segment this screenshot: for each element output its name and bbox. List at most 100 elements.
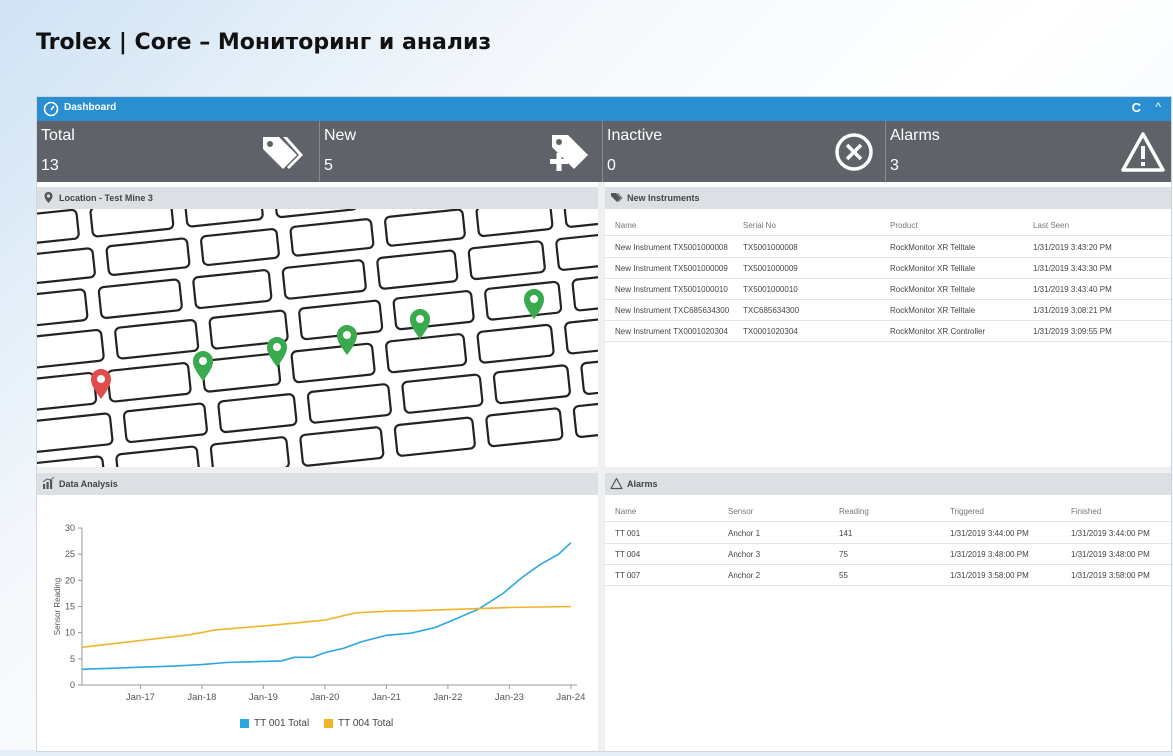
dashboard-window: Dashboard C ^ Total 13 New 5 Inactive 0 … [36,96,1172,752]
column-header[interactable]: Triggered [950,507,984,516]
map-marker-icon[interactable] [91,369,111,399]
tunnel-block [290,342,376,384]
tunnel-block [106,362,192,403]
last-seen: 1/31/2019 3:43:30 PM [1033,264,1112,273]
data-analysis-header: Data Analysis [37,473,598,495]
column-header[interactable]: Name [615,221,636,230]
table-row[interactable]: New Instrument TX5001000009 TX5001000009… [605,257,1171,279]
tunnel-block [201,352,282,393]
tunnel-block [114,319,200,360]
series-line-1[interactable] [81,542,572,671]
tunnel-block [384,209,466,247]
alarms-table: Name Sensor Reading Triggered Finished T… [605,497,1171,597]
map-marker-icon[interactable] [193,351,213,381]
map-marker-icon[interactable] [410,309,430,339]
column-header[interactable]: Finished [1071,507,1101,516]
tunnel-block [37,412,114,454]
table-row[interactable]: New Instrument TXC685634300 TXC685634300… [605,299,1171,321]
tunnel-block [484,280,563,321]
serial-no: TX5001000010 [743,285,798,294]
tag-plus-icon [550,135,588,171]
series-line-2[interactable] [81,605,571,649]
y-tick-label: 15 [65,602,75,612]
table-header: Name Sensor Reading Triggered Finished [605,497,1171,519]
legend-swatch [240,718,249,728]
table-row[interactable]: New Instrument TX5001000010 TX5001000010… [605,278,1171,300]
tunnel-block [200,228,280,267]
tunnel-block [37,209,80,248]
x-tick-label: Jan-17 [126,692,155,703]
map-pin-icon [44,192,53,203]
tunnel-block [37,455,106,467]
table-row[interactable]: New Instrument TX0001020304 TX0001020304… [605,320,1171,342]
panel-gutter [37,467,1171,473]
table-row[interactable]: New Instrument TX5001000008 TX5001000008… [605,235,1171,258]
last-seen: 1/31/2019 3:43:40 PM [1033,285,1112,294]
alarm-name: TT 001 [615,529,641,538]
alarm-sensor: Anchor 3 [728,550,761,559]
y-tick-label: 10 [65,628,75,638]
legend-item-tt001[interactable]: TT 001 Total [240,718,309,729]
stat-total[interactable]: Total 13 [37,121,320,182]
tunnel-block [89,209,175,238]
column-header[interactable]: Reading [839,507,869,516]
x-tick-label: Jan-20 [310,692,339,703]
tunnel-grid [37,209,598,467]
tunnel-block [37,328,105,370]
slide-title: Trolex | Core – Мониторинг и анализ [36,30,492,55]
alarm-triggered: 1/31/2019 3:44:00 PM [950,529,1029,538]
product: RockMonitor XR Telltale [890,306,976,315]
location-title: Location - Test Mine 3 [59,193,153,203]
collapse-icon[interactable]: ^ [1155,100,1161,114]
tunnel-block [273,209,359,219]
alarm-triggered: 1/31/2019 3:58:00 PM [950,571,1029,580]
tunnel-block [281,259,367,300]
new-instruments-header: New Instruments [605,187,1171,209]
alarm-finished: 1/31/2019 3:44:00 PM [1071,529,1150,538]
legend-item-tt004[interactable]: TT 004 Total [324,718,393,729]
map-marker-icon[interactable] [337,325,357,355]
column-header[interactable]: Product [890,221,918,230]
table-row[interactable]: TT 001 Anchor 1 141 1/31/2019 3:44:00 PM… [605,521,1171,544]
stat-label: Inactive [607,127,663,144]
map-marker-icon[interactable] [267,337,287,367]
y-tick-label: 20 [65,575,75,585]
serial-no: TXC685634300 [743,306,800,315]
x-tick-label: Jan-24 [556,692,585,703]
stat-alarms[interactable]: Alarms 3 [886,121,1171,182]
table-row[interactable]: TT 004 Anchor 3 75 1/31/2019 3:48:00 PM … [605,543,1171,565]
stat-value: 0 [607,157,616,174]
tunnel-block [492,364,571,405]
alarm-sensor: Anchor 2 [728,571,761,580]
tunnel-block [571,272,598,312]
tunnel-block [467,240,546,281]
refresh-icon[interactable]: C [1132,100,1141,115]
instrument-name: New Instrument TX5001000009 [615,264,728,273]
tunnel-block [289,218,375,257]
mine-map[interactable] [37,209,598,467]
stat-new[interactable]: New 5 [320,121,603,182]
tags-icon [263,137,303,169]
y-tick-label: 30 [65,523,75,533]
table-row[interactable]: TT 007 Anchor 2 55 1/31/2019 3:58:00 PM … [605,564,1171,586]
tunnel-block [401,373,484,414]
column-header[interactable]: Last Seen [1033,221,1069,230]
stat-inactive[interactable]: Inactive 0 [603,121,886,182]
chart-canvas: 0 5 10 15 20 25 30 Jan-17 Jan-18 Jan-19 Jan-20 Jan-… [53,523,585,703]
tunnel-block [306,383,392,424]
column-header[interactable]: Name [615,507,636,516]
location-panel-header: Location - Test Mine 3 [37,187,598,209]
alarm-reading: 55 [839,571,848,580]
column-header[interactable]: Sensor [728,507,753,516]
warning-icon [610,477,623,490]
product: RockMonitor XR Telltale [890,243,976,252]
tunnel-block [392,290,475,331]
stat-value: 5 [324,157,333,174]
legend-label: TT 001 Total [254,718,310,729]
stats-bar: Total 13 New 5 Inactive 0 Alarms 3 [37,121,1171,182]
gauge-icon [43,101,59,117]
new-instruments-table: Name Serial No Product Last Seen New Ins… [605,211,1171,351]
last-seen: 1/31/2019 3:09:55 PM [1033,327,1112,336]
tunnel-block [393,416,476,457]
column-header[interactable]: Serial No [743,221,776,230]
